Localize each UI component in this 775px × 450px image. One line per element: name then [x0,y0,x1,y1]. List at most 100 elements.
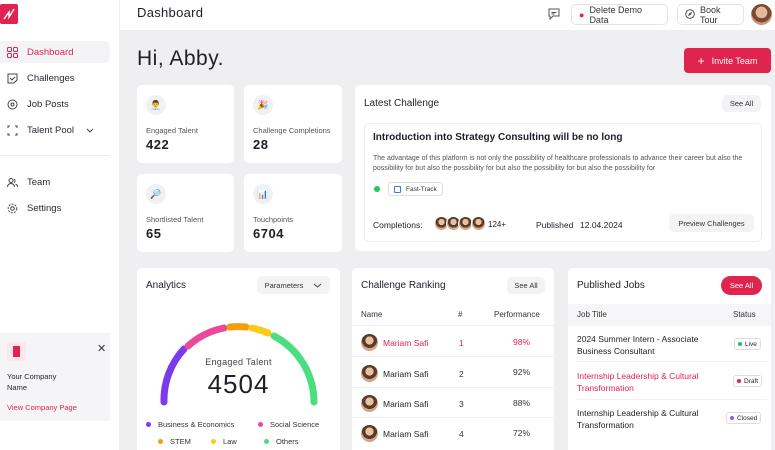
party-icon: 🎉 [253,95,273,115]
column-header: Performance [494,310,540,319]
stat-card-challenge-completions[interactable]: 🎉 Challenge Completions 28 [244,85,342,163]
ranking-rank: 3 [459,399,464,409]
sidebar-item-settings[interactable]: Settings [0,197,110,219]
stat-value: 6704 [253,226,284,241]
stat-value: 65 [146,226,162,241]
app-logo[interactable] [0,4,18,24]
compass-icon [685,8,695,21]
divider [577,361,767,362]
sidebar-item-label: Settings [27,202,62,214]
stat-label: Challenge Completions [253,126,331,135]
sidebar-item-talent-pool[interactable]: Talent Pool [0,119,110,141]
invite-team-label: Invite Team [711,55,758,66]
job-title[interactable]: Internship Leadership & Cultural Transfo… [577,407,712,431]
job-title[interactable]: 2024 Summer Intern - Associate Business … [577,333,712,357]
sidebar: Dashboard Challenges Job Posts Talent Po… [0,0,120,450]
stat-label: Shortlisted Talent [146,215,204,224]
bar-chart-icon: 📊 [253,184,273,204]
published-jobs-card: Published Jobs See All Job Title Status … [568,268,771,450]
stat-value: 422 [146,137,170,152]
view-company-link[interactable]: View Company Page [7,403,77,412]
greeting: Hi, Abby. [137,47,224,70]
chat-icon[interactable] [548,8,560,23]
book-tour-label: Book Tour [700,4,721,25]
sidebar-divider [0,155,110,156]
ranking-name[interactable]: Mariam Safi [383,429,428,439]
invite-team-button[interactable]: + Invite Team [684,48,771,73]
bomb-icon: ● [579,9,585,20]
avatar [361,334,378,351]
user-avatar[interactable] [751,4,772,25]
sidebar-item-label: Dashboard [27,46,74,58]
close-icon[interactable]: ✕ [97,342,106,355]
challenges-icon [7,73,18,84]
page-title: Dashboard [137,5,204,20]
stat-label: Engaged Talent [146,126,198,135]
search-icon: 🔎 [146,184,166,204]
avatar-stack [434,216,490,232]
avatar [361,425,378,442]
legend-dot [264,439,269,444]
gauge-segment-law [248,324,272,337]
company-logo [7,342,26,361]
ranking-name[interactable]: Mariam Safi [383,369,428,379]
stat-value: 28 [253,137,269,152]
stat-card-touchpoints[interactable]: 📊 Touchpoints 6704 [244,174,342,252]
gauge-value: 4504 [207,369,270,399]
tag-label: Fast-Track [406,185,437,193]
book-tour-button[interactable]: Book Tour [677,4,744,25]
completions-label: Completions: [373,220,423,230]
sidebar-item-challenges[interactable]: Challenges [0,67,110,89]
see-all-button[interactable]: See All [722,95,761,112]
ranking-rank: 2 [459,369,464,379]
legend-dot [211,439,216,444]
published-date: 12.04.2024 [580,220,623,230]
fast-track-tag: Fast-Track [388,182,443,196]
challenge-description: The advantage of this platform is not on… [373,155,743,172]
completions-count: 124+ [488,220,507,229]
chevron-down-icon [313,281,322,290]
status-badge: Live [734,338,761,350]
divider [352,325,554,326]
company-card: ✕ Your Company Name View Company Page [0,333,110,421]
stat-card-engaged-talent[interactable]: 👨‍💼 Engaged Talent 422 [137,85,234,163]
chevron-down-icon[interactable] [86,125,94,136]
status-dot [737,379,741,383]
avatar [471,216,486,231]
stat-card-shortlisted-talent[interactable]: 🔎 Shortlisted Talent 65 [137,174,234,252]
challenge-box[interactable]: Introduction into Strategy Consulting wi… [364,123,762,242]
sidebar-item-team[interactable]: Team [0,171,110,193]
ranking-name[interactable]: Mariam Safi [383,338,428,348]
legend-item: Business & Economics [146,420,234,429]
tag-icon [394,185,401,193]
ranking-performance: 92% [513,367,531,377]
sidebar-item-job-posts[interactable]: Job Posts [0,93,110,115]
preview-challenges-button[interactable]: Preview Challenges [669,214,754,232]
legend-item: STEM [158,437,191,446]
legend-item: Social Science [258,420,319,429]
talent-icon: 👨‍💼 [146,95,166,115]
see-all-button[interactable]: See All [507,277,545,294]
plus-icon: + [697,53,705,68]
sidebar-item-dashboard[interactable]: Dashboard [0,41,110,63]
delete-demo-button[interactable]: ● Delete Demo Data [571,4,668,25]
legend-dot [146,422,151,427]
avatar [361,395,378,412]
ranking-name[interactable]: Mariam Safi [383,399,428,409]
ranking-performance: 72% [513,428,531,438]
avatar [361,365,378,382]
company-name: Your Company Name [7,372,57,392]
stat-label: Touchpoints [253,215,294,224]
gauge-label: Engaged Talent [205,357,272,367]
job-title[interactable]: Internship Leadership & Cultural Transfo… [577,370,712,394]
sidebar-item-label: Job Posts [27,98,69,110]
legend-dot [258,422,263,427]
sidebar-item-label: Talent Pool [27,124,75,136]
status-dot [738,342,742,346]
parameters-dropdown[interactable]: Parameters [257,276,330,294]
status-badge: Closed [726,412,762,424]
latest-challenge-card: Latest Challenge See All Introduction in… [355,85,771,251]
see-all-button[interactable]: See All [721,276,762,295]
status-dot [374,186,380,192]
dashboard-icon [7,46,18,58]
